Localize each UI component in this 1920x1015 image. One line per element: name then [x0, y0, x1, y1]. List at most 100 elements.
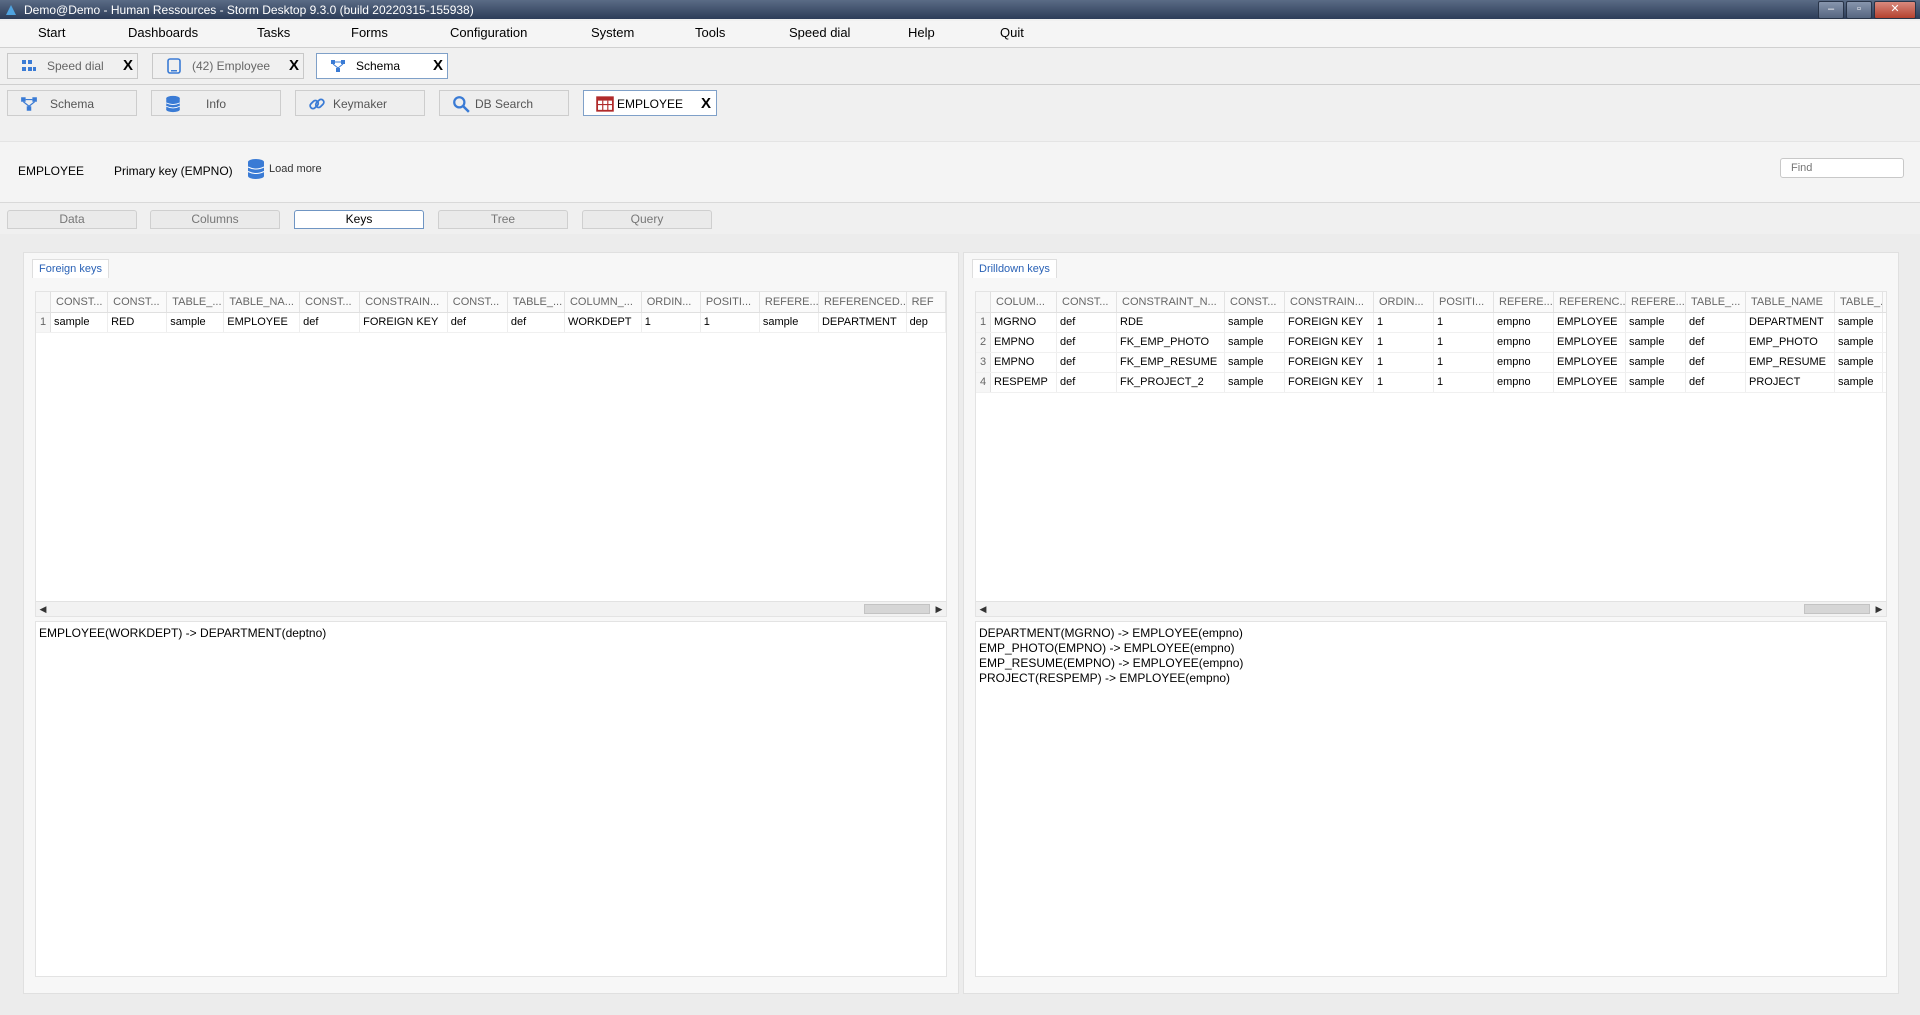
table-cell[interactable]: def: [1057, 373, 1117, 392]
close-tab-icon[interactable]: X: [123, 58, 133, 74]
column-header[interactable]: CONST...: [51, 292, 109, 312]
close-window-button[interactable]: ✕: [1874, 1, 1916, 19]
column-header[interactable]: REFERENCED...: [819, 292, 907, 312]
table-cell[interactable]: empno: [1494, 353, 1554, 372]
table-cell[interactable]: EMPLOYEE: [1554, 373, 1626, 392]
table-cell[interactable]: sample: [760, 313, 819, 332]
schema-tab-employee[interactable]: EMPLOYEE X: [583, 90, 717, 116]
column-header[interactable]: POSITI...: [1434, 292, 1494, 312]
menu-system[interactable]: System: [591, 25, 634, 40]
table-row[interactable]: 1 MGRNO def RDE sample FOREIGN KEY 1 1 e…: [976, 313, 1886, 333]
column-header[interactable]: TABLE_...: [508, 292, 565, 312]
table-cell[interactable]: FOREIGN KEY: [1285, 353, 1374, 372]
table-cell[interactable]: sample: [1835, 313, 1883, 332]
table-cell[interactable]: sample: [1225, 313, 1285, 332]
table-cell[interactable]: WORKDEPT: [565, 313, 642, 332]
table-cell[interactable]: RDE: [1117, 313, 1225, 332]
column-header[interactable]: REFERE...: [1494, 292, 1554, 312]
sub-tab-data[interactable]: Data: [7, 210, 137, 229]
table-cell[interactable]: EMPNO: [991, 353, 1057, 372]
column-header[interactable]: ORDIN...: [642, 292, 701, 312]
table-cell[interactable]: DEPARTMENT: [819, 313, 907, 332]
column-header[interactable]: CONST...: [448, 292, 508, 312]
schema-tab-info[interactable]: Info: [151, 90, 281, 116]
table-cell[interactable]: EMP_RESUME: [1746, 353, 1835, 372]
table-cell[interactable]: FOREIGN KEY: [1285, 313, 1374, 332]
column-header[interactable]: REFERE...: [1626, 292, 1686, 312]
table-cell[interactable]: sample: [51, 313, 109, 332]
table-cell[interactable]: MGRNO: [991, 313, 1057, 332]
foreign-keys-summary[interactable]: EMPLOYEE(WORKDEPT) -> DEPARTMENT(deptno): [35, 621, 947, 977]
table-cell[interactable]: RED: [108, 313, 168, 332]
schema-tab-db-search[interactable]: DB Search: [439, 90, 569, 116]
column-header[interactable]: COLUM...: [991, 292, 1057, 312]
column-header[interactable]: TABLE_...: [1686, 292, 1746, 312]
table-cell[interactable]: empno: [1494, 373, 1554, 392]
tab-schema[interactable]: Schema X: [316, 53, 448, 79]
table-cell[interactable]: def: [448, 313, 508, 332]
table-cell[interactable]: def: [1686, 373, 1746, 392]
scroll-thumb[interactable]: [1804, 604, 1870, 614]
table-cell[interactable]: dep: [907, 313, 946, 332]
table-cell[interactable]: EMP_PHOTO: [1746, 333, 1835, 352]
table-cell[interactable]: EMPLOYEE: [1554, 313, 1626, 332]
table-cell[interactable]: def: [1057, 333, 1117, 352]
table-cell[interactable]: 1: [701, 313, 760, 332]
table-cell[interactable]: PROJECT: [1746, 373, 1835, 392]
table-cell[interactable]: FK_EMP_RESUME: [1117, 353, 1225, 372]
table-cell[interactable]: def: [1686, 353, 1746, 372]
table-cell[interactable]: 1: [1374, 353, 1434, 372]
schema-tab-keymaker[interactable]: Keymaker: [295, 90, 425, 116]
sub-tab-columns[interactable]: Columns: [150, 210, 280, 229]
table-row[interactable]: 3 EMPNO def FK_EMP_RESUME sample FOREIGN…: [976, 353, 1886, 373]
scroll-thumb[interactable]: [864, 604, 930, 614]
close-tab-icon[interactable]: X: [433, 58, 443, 74]
table-cell[interactable]: EMPNO: [991, 333, 1057, 352]
close-tab-icon[interactable]: X: [289, 58, 299, 74]
table-cell[interactable]: RESPEMP: [991, 373, 1057, 392]
menu-forms[interactable]: Forms: [351, 25, 388, 40]
foreign-keys-grid[interactable]: CONST... CONST... TABLE_... TABLE_NA... …: [35, 291, 947, 617]
table-cell[interactable]: sample: [1835, 353, 1883, 372]
table-cell[interactable]: sample: [167, 313, 225, 332]
scroll-left-icon[interactable]: ◀: [976, 602, 990, 616]
column-header[interactable]: CONSTRAIN...: [360, 292, 448, 312]
table-cell[interactable]: 1: [1434, 373, 1494, 392]
table-cell[interactable]: FK_PROJECT_2: [1117, 373, 1225, 392]
table-cell[interactable]: sample: [1225, 373, 1285, 392]
table-cell[interactable]: FK_EMP_PHOTO: [1117, 333, 1225, 352]
table-cell[interactable]: sample: [1626, 313, 1686, 332]
column-header[interactable]: ORDIN...: [1374, 292, 1434, 312]
menu-quit[interactable]: Quit: [1000, 25, 1024, 40]
minimize-button[interactable]: –: [1818, 1, 1844, 19]
column-header[interactable]: REFERE...: [760, 292, 819, 312]
column-header[interactable]: COLUMN_...: [565, 292, 642, 312]
sub-tab-keys[interactable]: Keys: [294, 210, 424, 229]
menu-help[interactable]: Help: [908, 25, 935, 40]
tab-employee[interactable]: (42) Employee X: [152, 53, 304, 79]
scroll-right-icon[interactable]: ▶: [932, 602, 946, 616]
table-cell[interactable]: 1: [1374, 373, 1434, 392]
schema-tab-schema[interactable]: Schema: [7, 90, 137, 116]
drilldown-keys-summary[interactable]: DEPARTMENT(MGRNO) -> EMPLOYEE(empno) EMP…: [975, 621, 1887, 977]
column-header[interactable]: CONST...: [300, 292, 361, 312]
menu-speed-dial[interactable]: Speed dial: [789, 25, 850, 40]
column-header[interactable]: TABLE_NAME: [1746, 292, 1835, 312]
table-cell[interactable]: def: [1686, 313, 1746, 332]
table-cell[interactable]: def: [1686, 333, 1746, 352]
table-cell[interactable]: sample: [1835, 373, 1883, 392]
column-header[interactable]: CONSTRAIN...: [1285, 292, 1374, 312]
menu-tools[interactable]: Tools: [695, 25, 725, 40]
table-cell[interactable]: 1: [642, 313, 701, 332]
table-cell[interactable]: sample: [1225, 333, 1285, 352]
table-cell[interactable]: def: [300, 313, 361, 332]
tab-speed-dial[interactable]: Speed dial X: [7, 53, 138, 79]
table-cell[interactable]: EMPLOYEE: [1554, 353, 1626, 372]
table-cell[interactable]: def: [1057, 313, 1117, 332]
table-cell[interactable]: FOREIGN KEY: [360, 313, 448, 332]
menu-dashboards[interactable]: Dashboards: [128, 25, 198, 40]
sub-tab-tree[interactable]: Tree: [438, 210, 568, 229]
table-row[interactable]: 1 sample RED sample EMPLOYEE def FOREIGN…: [36, 313, 946, 333]
table-cell[interactable]: sample: [1835, 333, 1883, 352]
find-input[interactable]: [1780, 158, 1904, 178]
